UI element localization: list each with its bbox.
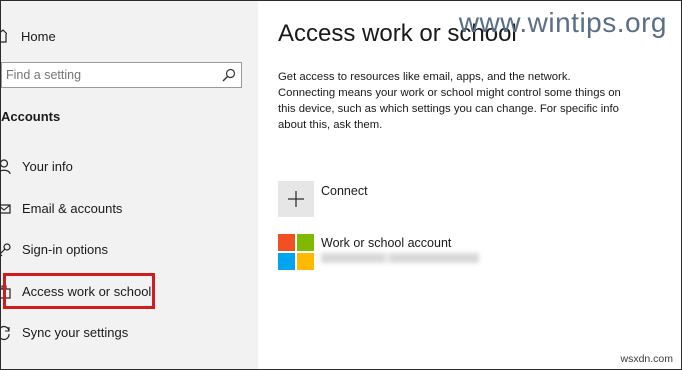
- person-icon: [1, 159, 11, 175]
- search-field[interactable]: [1, 62, 242, 88]
- page-description: Get access to resources like email, apps…: [278, 71, 621, 131]
- sidebar-item-label: Email & accounts: [22, 201, 123, 216]
- key-icon: [1, 243, 11, 257]
- sidebar: Home Accounts Your info Email & accounts: [1, 1, 258, 369]
- main-panel: Access work or school Get access to reso…: [258, 1, 681, 369]
- plus-icon: [288, 191, 304, 207]
- connect-button[interactable]: [278, 181, 314, 217]
- search-icon[interactable]: [222, 68, 236, 82]
- sidebar-item-home[interactable]: Home: [21, 29, 56, 44]
- mail-icon: [1, 204, 11, 214]
- home-icon: [1, 29, 7, 43]
- sidebar-item-label: Your info: [22, 159, 73, 174]
- microsoft-logo-icon: [278, 234, 314, 270]
- window-frame: Home Accounts Your info Email & accounts: [0, 0, 682, 370]
- account-email-redacted: [321, 253, 479, 263]
- search-input[interactable]: [2, 63, 216, 87]
- sidebar-item-sign-in-options[interactable]: Sign-in options: [1, 235, 251, 265]
- sidebar-item-label: Sync your settings: [22, 325, 129, 340]
- connect-label[interactable]: Connect: [321, 184, 368, 198]
- sidebar-item-email-accounts[interactable]: Email & accounts: [1, 194, 251, 224]
- sidebar-item-sync-settings[interactable]: Sync your settings: [1, 318, 251, 348]
- watermark: www.wintips.org: [458, 7, 667, 38]
- sidebar-item-label: Sign-in options: [22, 242, 108, 257]
- work-school-account-label[interactable]: Work or school account: [321, 236, 451, 250]
- credit-text: wsxdn.com: [620, 353, 673, 365]
- sync-icon: [1, 325, 10, 341]
- highlight-box: [3, 273, 155, 309]
- section-title: Accounts: [1, 109, 61, 124]
- sidebar-item-your-info[interactable]: Your info: [1, 152, 251, 182]
